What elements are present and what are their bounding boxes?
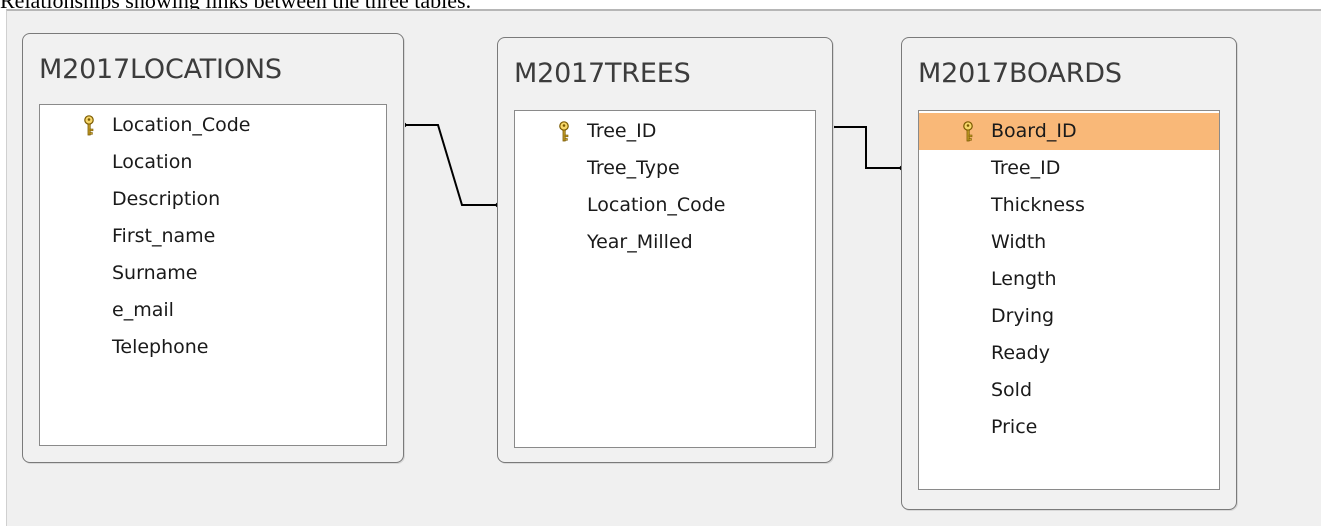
field-price[interactable]: Price <box>919 409 1219 446</box>
table-title[interactable]: M2017BOARDS <box>918 58 1122 89</box>
field-label: Board_ID <box>991 120 1077 142</box>
field-length[interactable]: Length <box>919 261 1219 298</box>
field-tree-id[interactable]: Tree_ID <box>515 113 815 150</box>
field-first-name[interactable]: First_name <box>40 218 386 255</box>
field-label: Ready <box>991 342 1050 364</box>
table-m2017locations[interactable]: M2017LOCATIONS Location_Code Location De… <box>22 33 404 463</box>
field-e-mail[interactable]: e_mail <box>40 292 386 329</box>
table-title[interactable]: M2017LOCATIONS <box>39 54 282 85</box>
table-m2017boards[interactable]: M2017BOARDS Board_ID Tree_ID Thickness W… <box>901 37 1237 510</box>
key-icon <box>84 115 94 136</box>
field-year-milled[interactable]: Year_Milled <box>515 224 815 261</box>
table-m2017trees[interactable]: M2017TREES Tree_ID Tree_Type Location_Co… <box>497 37 833 463</box>
field-tree-id[interactable]: Tree_ID <box>919 150 1219 187</box>
field-label: Location_Code <box>587 194 726 216</box>
field-list[interactable]: Tree_ID Tree_Type Location_Code Year_Mil… <box>514 110 816 448</box>
field-list[interactable]: Location_Code Location Description First… <box>39 104 387 446</box>
field-location-code[interactable]: Location_Code <box>515 187 815 224</box>
field-drying[interactable]: Drying <box>919 298 1219 335</box>
field-label: Telephone <box>112 336 209 358</box>
field-label: Location <box>112 151 193 173</box>
field-label: Price <box>991 416 1038 438</box>
relationship-line-locations-trees <box>404 124 498 206</box>
field-telephone[interactable]: Telephone <box>40 329 386 366</box>
field-description[interactable]: Description <box>40 181 386 218</box>
relationship-line-trees-boards <box>832 126 902 169</box>
field-label: Tree_ID <box>991 157 1061 179</box>
key-icon <box>559 121 569 142</box>
field-thickness[interactable]: Thickness <box>919 187 1219 224</box>
field-label: Drying <box>991 305 1055 327</box>
field-label: Surname <box>112 262 198 284</box>
field-label: First_name <box>112 225 216 247</box>
field-board-id[interactable]: Board_ID <box>919 113 1219 150</box>
field-label: Tree_ID <box>587 120 657 142</box>
table-title[interactable]: M2017TREES <box>514 58 691 89</box>
field-sold[interactable]: Sold <box>919 372 1219 409</box>
field-location-code[interactable]: Location_Code <box>40 107 386 144</box>
field-location[interactable]: Location <box>40 144 386 181</box>
field-tree-type[interactable]: Tree_Type <box>515 150 815 187</box>
field-label: e_mail <box>112 299 174 321</box>
field-label: Thickness <box>991 194 1085 216</box>
field-label: Year_Milled <box>587 231 693 253</box>
field-surname[interactable]: Surname <box>40 255 386 292</box>
field-ready[interactable]: Ready <box>919 335 1219 372</box>
field-label: Length <box>991 268 1057 290</box>
field-label: Sold <box>991 379 1033 401</box>
field-width[interactable]: Width <box>919 224 1219 261</box>
field-label: Location_Code <box>112 114 251 136</box>
field-list[interactable]: Board_ID Tree_ID Thickness Width Length … <box>918 110 1220 490</box>
key-icon <box>963 121 973 142</box>
field-label: Tree_Type <box>587 157 680 179</box>
field-label: Width <box>991 231 1047 253</box>
field-label: Description <box>112 188 221 210</box>
